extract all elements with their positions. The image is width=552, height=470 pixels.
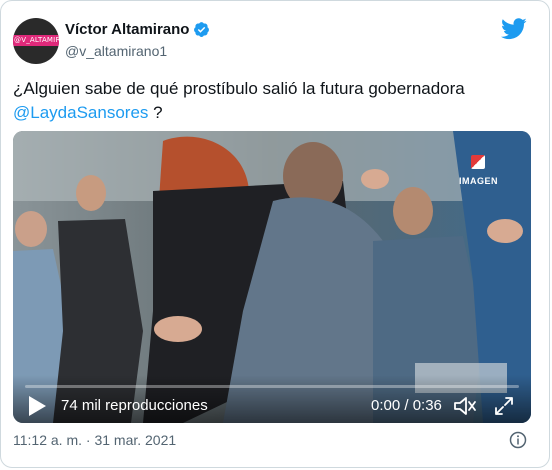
mention-link[interactable]: @LaydaSansores (13, 103, 148, 122)
video-time: 0:00 / 0:36 (371, 397, 442, 414)
volume-icon[interactable] (453, 395, 477, 417)
avatar[interactable]: @V_ALTAMIRA (13, 18, 59, 64)
progress-bar[interactable] (25, 385, 519, 388)
tweet-timestamp[interactable]: 11:12 a. m. · 31 mar. 2021 (13, 432, 176, 448)
author-name-row[interactable]: Víctor Altamirano (65, 21, 210, 38)
twitter-bird-icon[interactable] (501, 18, 527, 40)
video-controls: 74 mil reproducciones 0:00 / 0:36 (13, 375, 531, 423)
author-handle[interactable]: @v_altamirano1 (65, 43, 167, 59)
video-player[interactable]: IMAGEN 74 mil reproducciones 0:00 / 0:36 (13, 131, 531, 423)
watermark-logo: IMAGEN (459, 155, 498, 189)
info-icon[interactable] (509, 431, 527, 449)
view-count: 74 mil reproducciones (61, 397, 208, 414)
play-icon[interactable] (27, 395, 47, 417)
watermark-mark-icon (471, 155, 485, 169)
avatar-text: @V_ALTAMIRA (14, 36, 59, 44)
tweet-text-tail: ? (148, 103, 163, 122)
tweet-text: ¿Alguien sabe de qué prostíbulo salió la… (13, 77, 541, 125)
author-display-name[interactable]: Víctor Altamirano (65, 21, 189, 38)
verified-badge-icon (194, 22, 210, 37)
fullscreen-icon[interactable] (493, 395, 515, 417)
watermark-text: IMAGEN (459, 176, 498, 186)
tweet-card[interactable]: @V_ALTAMIRA Víctor Altamirano @v_altamir… (0, 0, 550, 468)
tweet-text-body: ¿Alguien sabe de qué prostíbulo salió la… (13, 79, 465, 98)
